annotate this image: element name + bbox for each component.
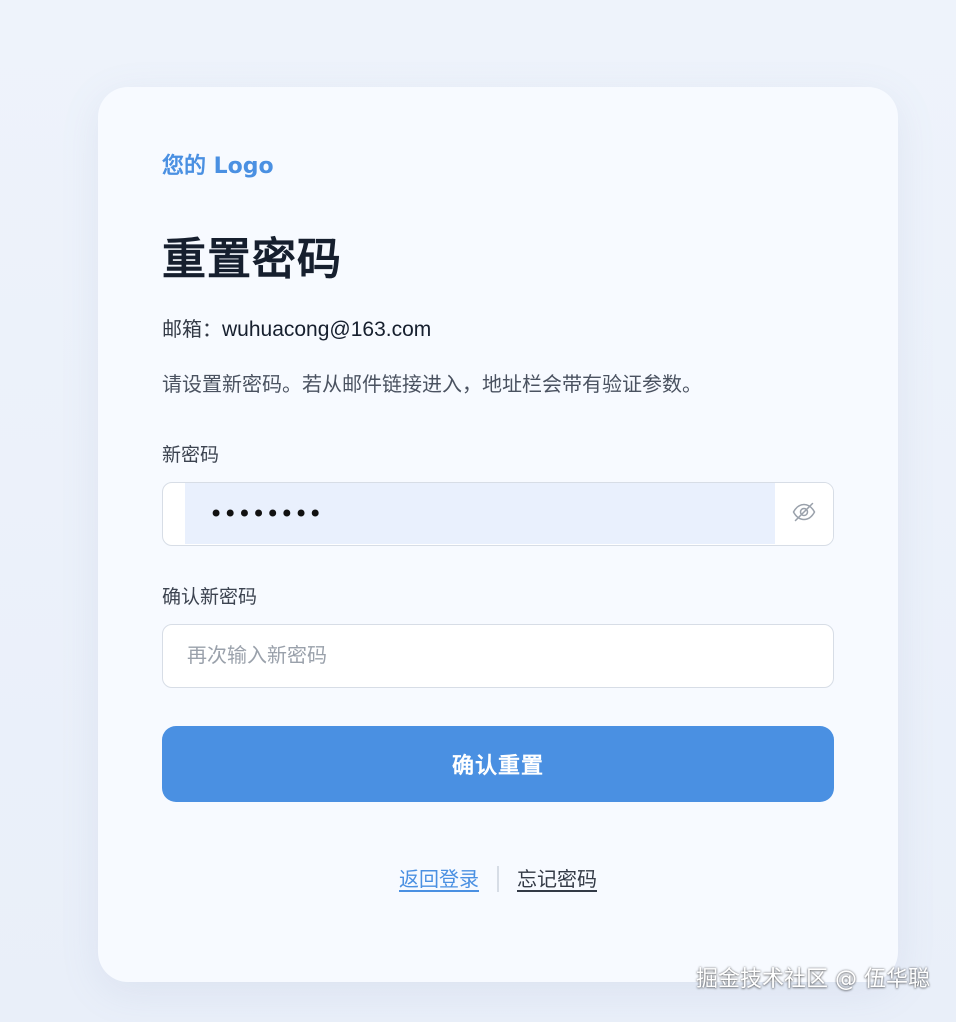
toggle-visibility-button[interactable] <box>775 483 833 544</box>
email-info: 邮箱：wuhuacong@163.com <box>162 315 431 344</box>
watermark: 掘金技术社区 @ 伍华聪 <box>696 967 930 992</box>
confirm-password-input[interactable]: 再次输入新密码 <box>162 624 834 688</box>
email-value: wuhuacong@163.com <box>222 318 432 341</box>
description: 请设置新密码。若从邮件链接进入，地址栏会带有验证参数。 <box>162 372 702 396</box>
new-password-field[interactable]: •••••••• <box>162 482 834 546</box>
reset-password-card: 您的 Logo 重置密码 邮箱：wuhuacong@163.com 请设置新密码… <box>98 87 898 982</box>
eye-off-icon <box>792 502 816 526</box>
email-label: 邮箱： <box>162 317 222 341</box>
new-password-input[interactable]: •••••••• <box>185 483 775 544</box>
new-password-value: •••••••• <box>209 500 323 528</box>
footer-links: 返回登录 忘记密码 <box>98 864 898 894</box>
page-title: 重置密码 <box>162 234 342 285</box>
forgot-password-link[interactable]: 忘记密码 <box>513 864 597 894</box>
link-divider <box>497 866 499 892</box>
confirm-password-placeholder: 再次输入新密码 <box>187 643 327 667</box>
logo: 您的 Logo <box>162 154 274 179</box>
new-password-label: 新密码 <box>162 444 220 466</box>
confirm-reset-button[interactable]: 确认重置 <box>162 726 834 802</box>
confirm-password-label: 确认新密码 <box>162 586 258 608</box>
back-to-login-link[interactable]: 返回登录 <box>399 864 483 894</box>
